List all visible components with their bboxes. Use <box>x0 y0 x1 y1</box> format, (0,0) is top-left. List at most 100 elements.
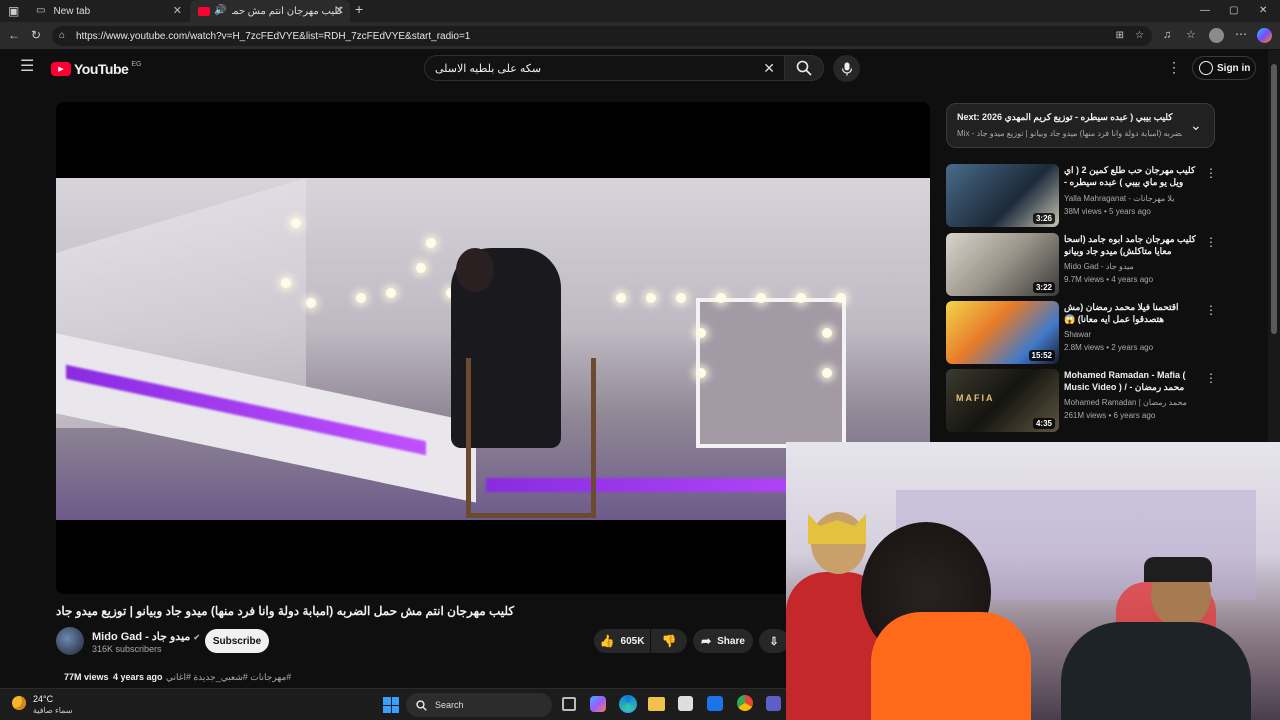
upload-age: 4 years ago <box>113 672 163 682</box>
view-count: 77M views <box>64 672 109 682</box>
moon-weather-icon <box>12 696 26 710</box>
hashtags: #مهرجانات #شعبي_جديدة #اغاني <box>166 672 292 682</box>
tab-label: New tab <box>53 5 91 17</box>
teams-icon[interactable] <box>766 696 781 711</box>
copilot-icon[interactable] <box>1257 28 1272 43</box>
video-duration: 4:35 <box>1032 418 1055 429</box>
more-actions-icon[interactable]: ⋮ <box>1205 371 1217 385</box>
search-query: سكه على بلطيه الاسلى <box>435 62 542 75</box>
more-actions-icon[interactable]: ⋮ <box>1205 235 1217 249</box>
minimize-button[interactable]: — <box>1200 5 1210 17</box>
rec-channel[interactable]: Shawar <box>1064 330 1091 339</box>
back-icon[interactable]: ← <box>8 29 20 41</box>
read-aloud-icon[interactable]: ♫ <box>1163 29 1171 41</box>
rec-thumbnail[interactable]: 3:22 <box>946 233 1059 296</box>
speaker-icon[interactable]: 🔊 <box>214 5 226 17</box>
next-title-line: Next: 2026 كليب بيبي ( عبده سيطره - توزي… <box>957 112 1182 123</box>
rec-title[interactable]: كليب مهرجان جامد ابوه جامد (اسحا معايا م… <box>1064 233 1204 257</box>
rec-thumbnail[interactable]: MAFIA 4:35 <box>946 369 1059 432</box>
mail-icon[interactable] <box>707 696 723 711</box>
rec-channel[interactable]: Mido Gad - ميدو جاد <box>1064 262 1134 271</box>
maximize-button[interactable]: ▢ <box>1229 5 1238 17</box>
rec-thumbnail[interactable]: 15:52 <box>946 301 1059 364</box>
rec-channel[interactable]: Yalla Mahraganat - يلا مهرجانات <box>1064 194 1174 203</box>
rec-title[interactable]: اقتحمنا فيلا محمد رمضان (مش هتصدقوا عمل … <box>1064 301 1204 325</box>
site-info-icon[interactable]: ⌂ <box>59 30 65 42</box>
youtube-play-icon: ▶ <box>51 62 71 76</box>
copilot-app-icon[interactable] <box>590 696 606 712</box>
subscribe-button[interactable]: Subscribe <box>205 629 269 653</box>
voice-search-button[interactable] <box>833 55 860 82</box>
verified-icon: ✔ <box>193 633 201 642</box>
share-label: Share <box>717 635 745 647</box>
windows-start-icon[interactable] <box>383 697 399 713</box>
account-icon <box>1199 61 1213 75</box>
video-duration: 15:52 <box>1028 350 1055 361</box>
download-icon: ⇩ <box>769 635 779 648</box>
video-duration: 3:26 <box>1032 213 1055 224</box>
rec-thumbnail[interactable]: 3:26 <box>946 164 1059 227</box>
tab-actions-icon[interactable]: ▣ <box>8 5 19 17</box>
directors-chair <box>466 358 596 518</box>
more-actions-icon[interactable]: ⋮ <box>1205 303 1217 317</box>
close-window-button[interactable]: ✕ <box>1259 5 1267 17</box>
tab-youtube-video[interactable]: 🔊 كليب مهرجان انتم مش حمل ال ✕ <box>190 0 350 22</box>
share-button[interactable]: ➦ Share <box>693 629 753 653</box>
thumbnail-logo: MAFIA <box>956 393 995 403</box>
taskbar-search[interactable]: Search <box>406 693 552 717</box>
rec-stats: 2.8M views • 2 years ago <box>1064 343 1154 352</box>
app-available-icon[interactable]: ⊞ <box>1116 30 1124 42</box>
search-button[interactable] <box>784 55 824 81</box>
hamburger-menu-icon[interactable]: ☰ <box>20 59 34 75</box>
download-button[interactable]: ⇩ <box>759 629 789 653</box>
dislike-button[interactable]: 👎 <box>651 629 687 653</box>
chrome-icon[interactable] <box>737 695 753 711</box>
person-head <box>456 248 494 292</box>
close-tab-icon[interactable]: ✕ <box>335 4 344 17</box>
weather-widget[interactable]: 24°C سماء صافية <box>10 693 90 717</box>
sign-in-button[interactable]: Sign in <box>1192 56 1256 80</box>
next-prefix: Next: <box>957 112 980 122</box>
chevron-down-icon[interactable]: ⌄ <box>1190 117 1202 134</box>
more-actions-icon[interactable]: ⋮ <box>1205 166 1217 180</box>
rec-title[interactable]: كليب مهرجان حب طلع كمين 2 ( اي ويل يو ما… <box>1064 164 1204 188</box>
up-next-box[interactable]: Next: 2026 كليب بيبي ( عبده سيطره - توزي… <box>946 103 1215 148</box>
subscriber-count: 316K subscribers <box>92 644 162 654</box>
new-tab-button[interactable]: + <box>355 2 363 16</box>
rec-channel[interactable]: Mohamed Ramadan | محمد رمضان <box>1064 398 1187 407</box>
clear-search-icon[interactable]: ✕ <box>763 60 775 77</box>
search-icon <box>796 60 812 76</box>
youtube-favicon-icon <box>198 6 210 16</box>
rec-stats: 9.7M views • 4 years ago <box>1064 275 1154 284</box>
edge-browser-icon[interactable] <box>619 695 637 713</box>
favorites-icon[interactable]: ☆ <box>1186 29 1196 41</box>
next-title: 2026 كليب بيبي ( عبده سيطره - توزيع كريم… <box>982 112 1173 122</box>
search-icon <box>416 699 427 711</box>
file-explorer-icon[interactable] <box>648 697 665 711</box>
more-menu-icon[interactable]: ⋯ <box>1235 28 1247 40</box>
browser-tab-bar: ▣ ▭ New tab ✕ 🔊 كليب مهرجان انتم مش حمل … <box>0 0 1280 22</box>
scrollbar-thumb[interactable] <box>1271 64 1277 334</box>
url-field[interactable]: ⌂ https://www.youtube.com/watch?v=H_7zcF… <box>52 26 1152 46</box>
like-button[interactable]: 👍 605K <box>594 629 650 653</box>
region-code: EG <box>131 61 142 68</box>
tab-new-tab[interactable]: ▭ New tab ✕ <box>28 0 188 22</box>
channel-avatar[interactable] <box>56 627 84 655</box>
settings-kebab-icon[interactable]: ⋮ <box>1167 60 1181 74</box>
search-input[interactable]: سكه على بلطيه الاسلى ✕ <box>424 55 786 81</box>
profile-avatar[interactable] <box>1209 28 1224 43</box>
favorite-star-icon[interactable]: ☆ <box>1135 30 1144 42</box>
weather-temp: 24°C <box>33 694 54 704</box>
channel-name[interactable]: Mido Gad - ميدو جاد ✔ <box>92 630 200 643</box>
page-scrollbar[interactable] <box>1268 50 1280 442</box>
rec-title[interactable]: Mohamed Ramadan - Mafia ( Music Video ) … <box>1064 369 1204 393</box>
next-subtitle: Mix - كليب مهرجان انتم مش حمل الضربه (ام… <box>957 129 1182 138</box>
weather-desc: سماء صافية <box>33 706 73 715</box>
youtube-logo[interactable]: ▶ YouTube EG <box>51 61 141 77</box>
channel-name-text: Mido Gad - ميدو جاد <box>92 631 191 643</box>
person-right-cap <box>1144 557 1212 582</box>
task-view-icon[interactable] <box>562 697 576 711</box>
refresh-icon[interactable]: ↻ <box>31 29 41 41</box>
store-icon[interactable] <box>678 696 693 711</box>
close-tab-icon[interactable]: ✕ <box>173 4 182 17</box>
